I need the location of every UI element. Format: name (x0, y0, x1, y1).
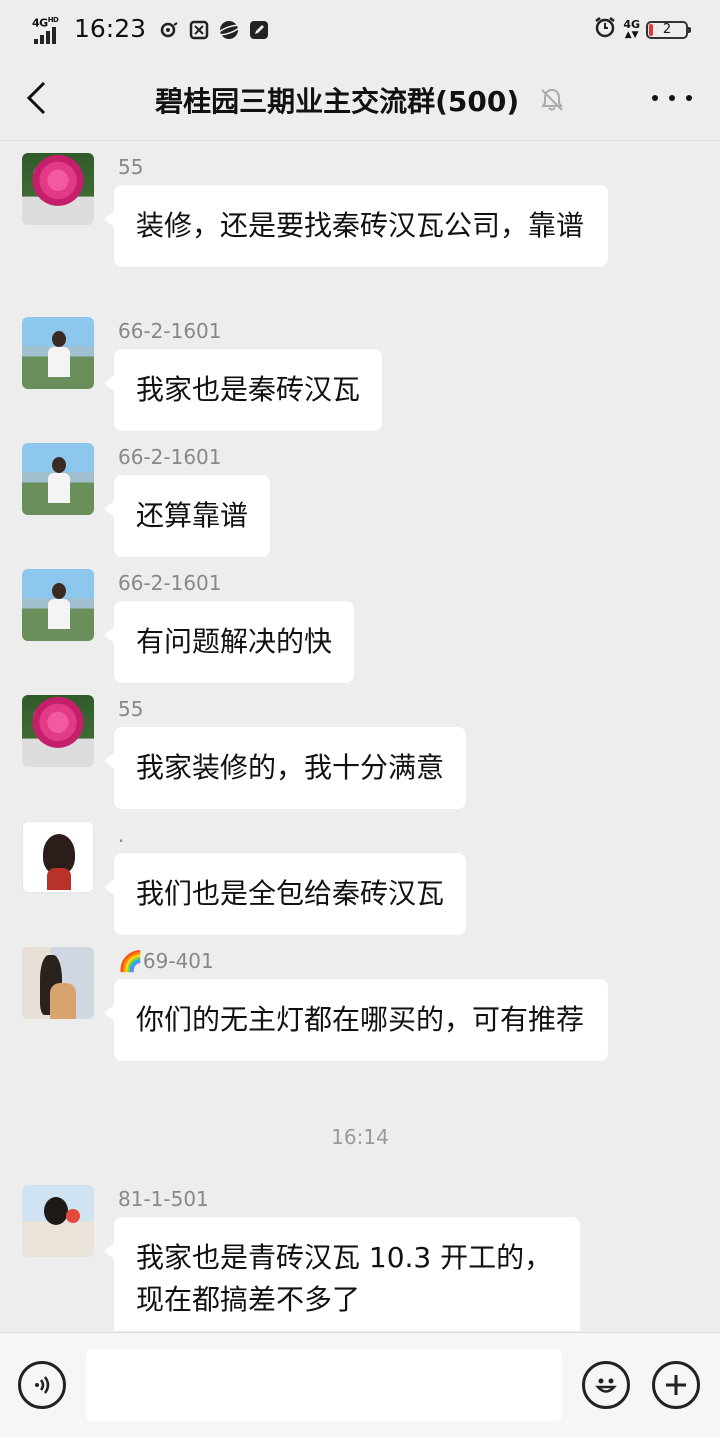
message-item: 66-2-1601 有问题解决的快 (0, 569, 720, 683)
notification-icon (158, 19, 180, 41)
status-time: 16:23 (74, 14, 147, 43)
emoji-icon (595, 1378, 617, 1393)
battery-icon: 2 (646, 21, 691, 39)
message-timestamp: 16:14 (331, 1125, 389, 1149)
edit-icon (248, 19, 270, 41)
chat-title: 碧桂园三期业主交流群(500) (0, 80, 720, 120)
emoji-button[interactable] (582, 1361, 630, 1409)
message-bubble[interactable]: 有问题解决的快 (103, 601, 355, 683)
chat-header: 碧桂园三期业主交流群(500) (0, 56, 720, 141)
sender-name: 66-2-1601 (118, 445, 222, 469)
avatar[interactable] (22, 821, 94, 893)
message-bubble[interactable]: 我家也是秦砖汉瓦 (103, 349, 383, 431)
avatar[interactable] (22, 317, 94, 389)
input-bar (0, 1332, 720, 1437)
add-button[interactable] (652, 1361, 700, 1409)
more-icon (652, 95, 658, 101)
voice-button[interactable] (18, 1361, 66, 1409)
message-bubble[interactable]: 我家装修的，我十分满意 (103, 727, 467, 809)
message-bubble[interactable]: 还算靠谱 (103, 475, 271, 557)
browser-icon (218, 19, 241, 41)
message-item: . 我们也是全包给秦砖汉瓦 (0, 821, 720, 935)
alarm-icon (593, 15, 617, 45)
mobile-data-icon: 4G ▲▼ (623, 18, 640, 40)
group-name: 碧桂园三期业主交流群(500) (155, 85, 520, 118)
sender-name: 🌈69-401 (118, 949, 214, 973)
status-bar: 4GHD 16:23 4G ▲▼ 2 (0, 0, 720, 56)
message-item: 66-2-1601 还算靠谱 (0, 443, 720, 557)
message-item: 66-2-1601 我家也是秦砖汉瓦 (0, 317, 720, 431)
message-item: 81-1-501 我家也是青砖汉瓦 10.3 开工的，现在都搞差不多了 (0, 1185, 720, 1331)
battery-level: 2 (662, 22, 672, 37)
more-options-button[interactable] (652, 86, 692, 110)
avatar[interactable] (22, 569, 94, 641)
message-bubble[interactable]: 装修，还是要找秦砖汉瓦公司，靠谱 (104, 185, 608, 267)
sender-name: 55 (118, 697, 144, 721)
message-input[interactable] (86, 1349, 562, 1421)
avatar[interactable] (22, 947, 94, 1019)
plus-icon (666, 1375, 686, 1395)
sender-name: 81-1-501 (118, 1187, 209, 1211)
avatar[interactable] (22, 153, 94, 225)
avatar[interactable] (22, 1185, 94, 1257)
message-bubble[interactable]: 你们的无主灯都在哪买的，可有推荐 (104, 979, 608, 1061)
app-icon (188, 19, 210, 41)
message-bubble[interactable]: 我们也是全包给秦砖汉瓦 (103, 853, 467, 935)
sender-name: 55 (118, 155, 144, 179)
signal-icon: 4GHD (32, 13, 68, 44)
sender-name: 66-2-1601 (118, 571, 222, 595)
sender-name: . (118, 823, 125, 847)
avatar[interactable] (22, 695, 94, 767)
message-list: 55 装修，还是要找秦砖汉瓦公司，靠谱 66-2-1601 我家也是秦砖汉瓦 6… (0, 141, 720, 1331)
mute-icon (539, 87, 565, 120)
avatar[interactable] (22, 443, 94, 515)
message-bubble[interactable]: 我家也是青砖汉瓦 10.3 开工的，现在都搞差不多了 (104, 1217, 580, 1331)
sender-name: 66-2-1601 (118, 319, 222, 343)
message-item: 🌈69-401 你们的无主灯都在哪买的，可有推荐 (0, 947, 720, 1061)
voice-icon (35, 1376, 50, 1394)
